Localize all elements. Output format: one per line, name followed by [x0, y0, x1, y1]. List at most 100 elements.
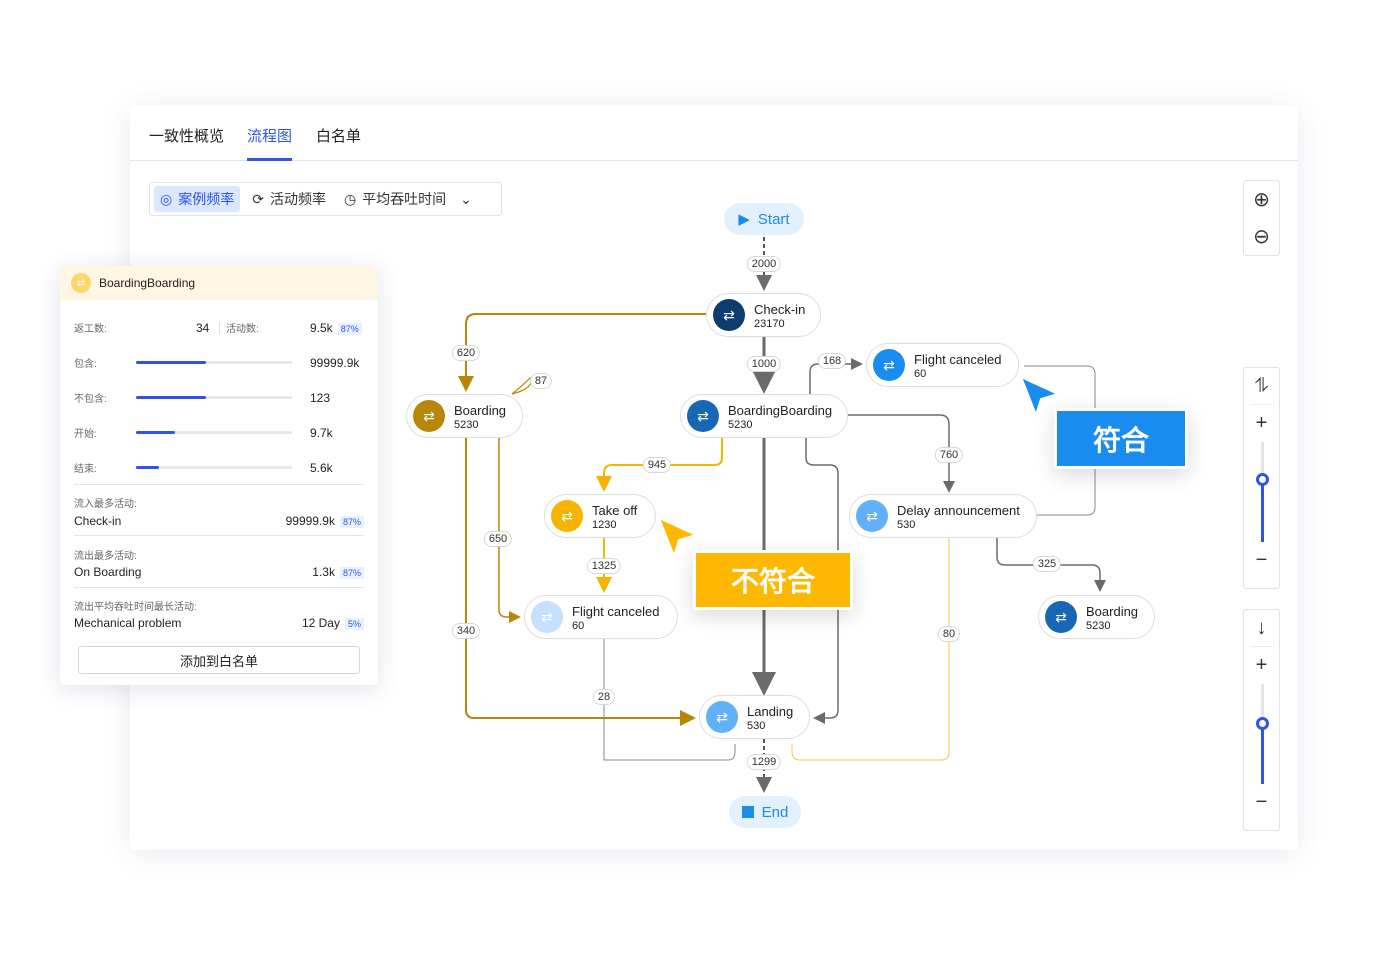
edge-label: 80 — [937, 626, 961, 642]
bar-row: 结束: 5.6k — [74, 460, 364, 476]
activity-icon: ⇄ — [873, 349, 905, 381]
node-boarding[interactable]: ⇄ Boarding 5230 — [406, 394, 523, 438]
activity-icon: ⇄ — [551, 500, 583, 532]
activity-icon: ⇄ — [531, 601, 563, 633]
value: 99999.9k 87% — [286, 514, 364, 528]
node-landing[interactable]: ⇄ Landing 530 — [699, 695, 810, 739]
node-boardingboarding[interactable]: ⇄ BoardingBoarding 5230 — [680, 394, 848, 438]
value: 1.3k 87% — [312, 565, 364, 579]
panel-header: ⇄ BoardingBoarding — [60, 266, 378, 300]
rework-row: 返工数: 34 活动数: 9.5k 87% — [74, 320, 364, 335]
activity-icon: ⇄ — [713, 299, 745, 331]
edge — [465, 437, 696, 726]
activity-detail-panel: ⇄ BoardingBoarding 返工数: 34 活动数: 9.5k 87% 包… — [60, 266, 378, 685]
edge-label: 620 — [451, 345, 481, 361]
edge-label: 1325 — [586, 558, 622, 574]
edge-label: 945 — [642, 457, 672, 473]
value: 9.5k — [310, 320, 333, 335]
progress-bar — [136, 431, 292, 434]
section-row: Check-in 99999.9k 87% — [74, 514, 364, 528]
progress-bar — [136, 361, 292, 364]
bar-row: 不包含: 123 — [74, 390, 364, 406]
edge-label: 340 — [451, 623, 481, 639]
activity-icon: ⇄ — [856, 500, 888, 532]
pct-badge: 5% — [344, 618, 364, 630]
section-row: Mechanical problem 12 Day 5% — [74, 616, 364, 630]
activity-value: 9.5k 87% — [310, 321, 362, 335]
activity-icon: ⇄ — [706, 701, 738, 733]
activity-icon: ⇄ — [71, 273, 91, 293]
play-icon: ▶ — [738, 211, 750, 228]
end-node[interactable]: End — [729, 796, 801, 828]
rework-value: 34 — [196, 320, 210, 335]
label: 流入最多活动: — [74, 499, 137, 510]
node-delay-announcement[interactable]: ⇄ Delay announcement 530 — [849, 494, 1037, 538]
bar-row: 包含: 99999.9k — [74, 355, 364, 371]
node-take-off[interactable]: ⇄ Take off 1230 — [544, 494, 656, 538]
edge — [458, 313, 706, 392]
v: 1.3k — [312, 565, 335, 579]
label: 流出最多活动: — [74, 551, 137, 562]
section-row: On Boarding 1.3k 87% — [74, 565, 364, 579]
bar-value: 9.7k — [310, 425, 333, 440]
section-label: 流出最多活动: — [74, 547, 364, 562]
cursor-arrow-icon — [657, 516, 699, 559]
name: Mechanical problem — [74, 616, 182, 630]
bar-label: 不包含: — [74, 394, 107, 405]
bar-row: 开始: 9.7k — [74, 425, 364, 441]
name: On Boarding — [74, 565, 142, 579]
node-count: 530 — [897, 518, 916, 531]
bar-label: 包含: — [74, 359, 97, 370]
node-name: Delay announcement — [897, 502, 1020, 518]
edge-label: 168 — [817, 353, 847, 369]
edge — [498, 437, 521, 623]
node-name: Landing — [747, 703, 794, 719]
node-name: BoardingBoarding — [728, 402, 833, 418]
edge-label: 2000 — [746, 256, 782, 272]
conform-callout: 符合 — [1054, 408, 1188, 469]
v: 99999.9k — [285, 514, 335, 528]
start-label: Start — [757, 210, 790, 228]
bar-value: 5.6k — [310, 460, 333, 475]
node-name: Check-in — [754, 301, 806, 317]
activity-icon: ⇄ — [687, 400, 719, 432]
add-to-whitelist-button[interactable]: 添加到白名单 — [78, 646, 360, 674]
nonconform-callout: 不符合 — [693, 550, 853, 610]
section-label: 流入最多活动: — [74, 495, 364, 510]
label: 流出平均吞吐时间最长活动: — [74, 602, 197, 613]
edge-label: 1299 — [746, 754, 782, 770]
activity-icon: ⇄ — [1045, 601, 1077, 633]
activity-label: 活动数: — [226, 324, 259, 335]
node-name: Boarding — [1086, 603, 1139, 619]
node-name: Flight canceled — [572, 603, 660, 619]
node-count: 530 — [747, 719, 766, 732]
edge-label: 325 — [1032, 556, 1062, 572]
pct-badge: 87% — [339, 516, 364, 528]
edge-label: 28 — [592, 689, 616, 705]
activity-icon: ⇄ — [413, 400, 445, 432]
bar-value: 99999.9k — [310, 355, 360, 370]
node-count: 1230 — [592, 518, 617, 531]
section-label: 流出平均吞吐时间最长活动: — [74, 598, 364, 613]
edge — [848, 414, 955, 493]
edge-label: 1000 — [746, 356, 782, 372]
progress-bar — [136, 466, 292, 469]
node-name: Flight canceled — [914, 351, 1002, 367]
start-node[interactable]: ▶ Start — [724, 203, 804, 235]
node-check-in[interactable]: ⇄ Check-in 23170 — [706, 293, 821, 337]
rework-label: 返工数: — [74, 324, 107, 335]
bar-label: 结束: — [74, 464, 97, 475]
node-boarding-right[interactable]: ⇄ Boarding 5230 — [1038, 595, 1155, 639]
node-count: 23170 — [754, 317, 785, 330]
cursor-arrow-icon — [1019, 375, 1061, 418]
node-count: 60 — [914, 367, 927, 380]
node-flight-canceled-top[interactable]: ⇄ Flight canceled 60 — [866, 343, 1019, 387]
edge-label: 760 — [934, 447, 964, 463]
name: Check-in — [74, 514, 122, 528]
panel-title: BoardingBoarding — [99, 276, 196, 290]
bar-value: 123 — [310, 390, 331, 405]
node-flight-canceled-bottom[interactable]: ⇄ Flight canceled 60 — [524, 595, 678, 639]
bar-label: 开始: — [74, 429, 97, 440]
pct-badge: 87% — [337, 322, 362, 335]
node-count: 5230 — [728, 418, 753, 431]
